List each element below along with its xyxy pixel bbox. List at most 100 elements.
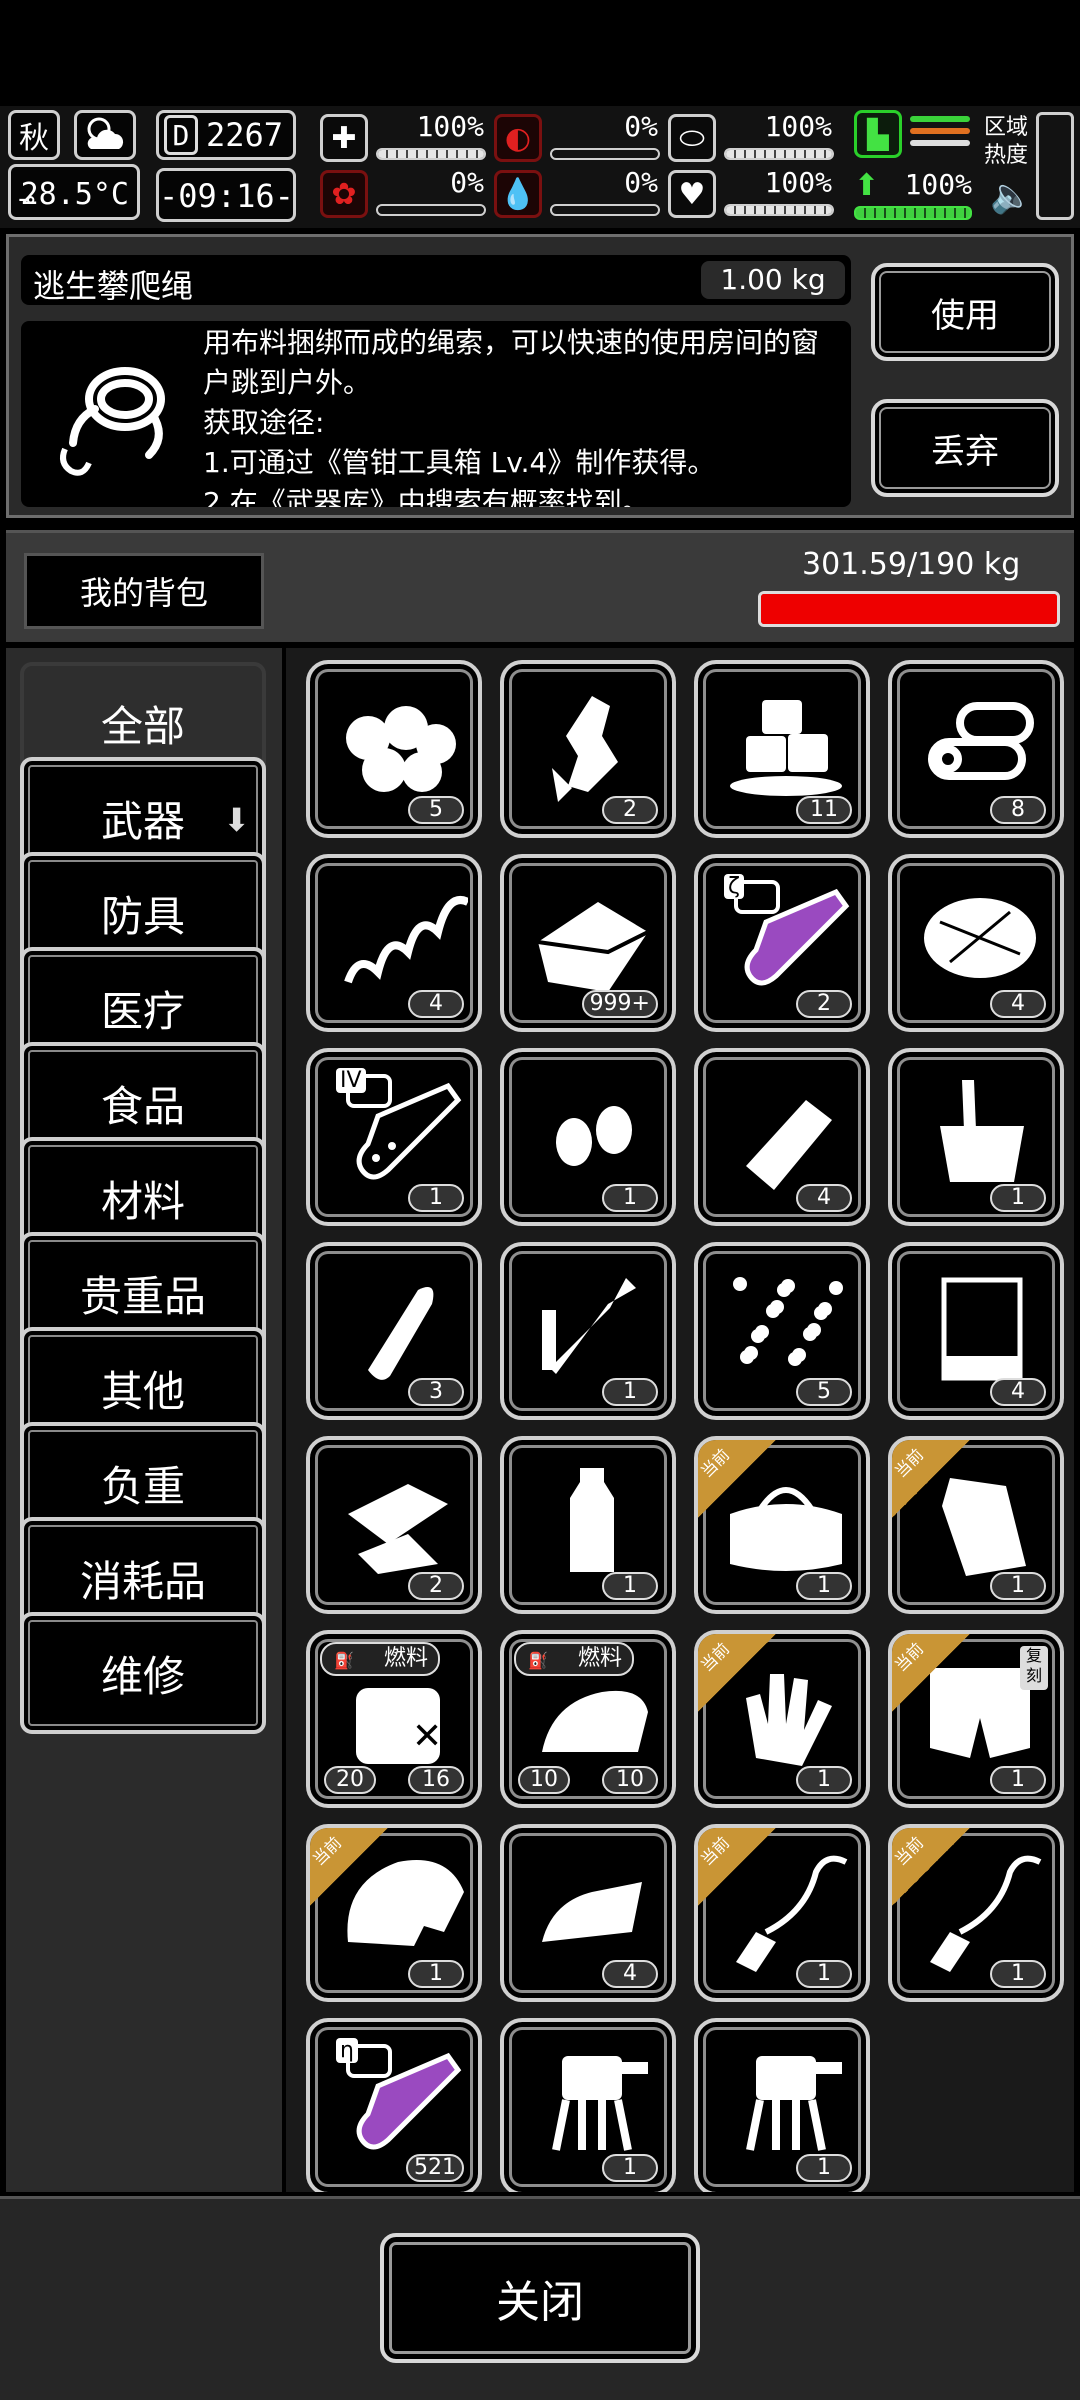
category-label: 防具 xyxy=(100,891,185,941)
inventory-slot[interactable]: 8 xyxy=(888,660,1064,838)
inventory-slot[interactable]: 1 xyxy=(500,2018,676,2192)
inventory-slot[interactable]: 当前 1 xyxy=(694,1436,870,1614)
category-label: 贵重品 xyxy=(79,1271,206,1321)
fuel-label: 燃料 xyxy=(383,1646,428,1671)
item-description-box: 用布料捆绑而成的绳索，可以快速的使用房间的窗户跳到户外。 获取途径: 1.可通过… xyxy=(21,321,851,507)
inventory-slot[interactable]: 1 xyxy=(500,1436,676,1614)
close-button[interactable]: 关闭 xyxy=(380,2233,700,2363)
item-count-secondary: 20 xyxy=(324,1766,376,1794)
category-label: 医疗 xyxy=(100,986,185,1036)
inventory-slot[interactable]: 当前 1 xyxy=(306,1824,482,2002)
stat-value: 0% xyxy=(450,166,484,199)
backpack-weight: 301.59/190 kg xyxy=(802,547,1021,582)
category-list[interactable]: 全部 武器 ⬇ 防具 医疗 食品 材料 贵重品 其他 负重 消耗品 维修 xyxy=(6,648,282,2192)
inventory-slot[interactable]: 4 xyxy=(306,854,482,1032)
backpack-weight-fill xyxy=(761,594,1057,624)
tier-tag: η xyxy=(336,2038,358,2063)
equipped-label: 当前 xyxy=(891,1445,928,1482)
discard-button[interactable]: 丢弃 xyxy=(871,399,1059,497)
inventory-slot[interactable]: 1 xyxy=(694,2018,870,2192)
day-counter: D 2267 xyxy=(156,110,296,160)
stat-bar xyxy=(550,204,660,216)
inventory-slot[interactable]: η 521 xyxy=(306,2018,482,2192)
item-count: 1 xyxy=(796,2154,852,2182)
inventory-slot[interactable]: ✕ ⛽ 燃料 20 16 xyxy=(306,1630,482,1808)
category-label: 负重 xyxy=(100,1461,185,1511)
stat-bar-fill xyxy=(726,206,832,214)
equipped-ribbon: 当前 xyxy=(892,1634,974,1716)
inventory-slot[interactable]: 2 xyxy=(500,660,676,838)
ice-cubes-icon xyxy=(730,700,842,796)
equipped-label: 当前 xyxy=(309,1833,346,1870)
clock-display: -09:16- xyxy=(156,168,296,222)
item-count: 1 xyxy=(796,1766,852,1794)
equipped-label: 当前 xyxy=(697,1445,734,1482)
inventory-slot[interactable]: 2 xyxy=(306,1436,482,1614)
category-10[interactable]: 维修 xyxy=(20,1612,266,1734)
partly-cloudy-icon xyxy=(74,110,136,160)
inventory-grid[interactable]: 5 2 11 8 4 999+ ζ 2 4 IV 1 1 4 1 3 1 5 4 2 1 当前 1 当前 1 ✕ ⛽ 燃料 20 16 ⛽… xyxy=(286,648,1074,2192)
stomach-icon: ◐ xyxy=(494,114,542,162)
inventory-slot[interactable]: 4 xyxy=(500,1824,676,2002)
item-count: 1 xyxy=(796,1572,852,1600)
stat-bar-fill xyxy=(726,150,832,158)
fuel-tag: ⛽ 燃料 xyxy=(514,1642,634,1676)
inventory-slot[interactable]: 3 xyxy=(306,1242,482,1420)
equipped-ribbon: 当前 xyxy=(697,1440,780,1522)
item-count: 10 xyxy=(602,1766,658,1794)
inventory-slot[interactable]: 4 xyxy=(694,1048,870,1226)
category-label: 其他 xyxy=(100,1366,185,1416)
inventory-slot[interactable]: 5 xyxy=(694,1242,870,1420)
item-description: 用布料捆绑而成的绳索，可以快速的使用房间的窗户跳到户外。 获取途径: 1.可通过… xyxy=(203,326,820,507)
stat-bar xyxy=(724,204,834,216)
inventory-slot[interactable]: 4 xyxy=(888,1242,1064,1420)
use-button[interactable]: 使用 xyxy=(871,263,1059,361)
item-count: 999+ xyxy=(581,990,658,1018)
region-heat-label: 区域 热度 xyxy=(984,115,1029,168)
inventory-slot[interactable]: 11 xyxy=(694,660,870,838)
carry-bar xyxy=(854,206,972,220)
item-count: 4 xyxy=(602,1960,658,1988)
inventory-slot[interactable]: 1 xyxy=(500,1242,676,1420)
item-count: 2 xyxy=(408,1572,464,1600)
soap-bar-icon xyxy=(542,1882,642,1942)
category-label: 消耗品 xyxy=(79,1556,206,1606)
item-count: 16 xyxy=(408,1766,464,1794)
bucket-icon xyxy=(940,1080,1024,1182)
inventory-slot[interactable]: 当前 1 xyxy=(888,1436,1064,1614)
item-count: 4 xyxy=(990,990,1046,1018)
speaker-icon[interactable]: 🔈 xyxy=(990,176,1032,216)
temperature-value: 28.5°C xyxy=(20,177,129,212)
stat-value: 100% xyxy=(764,166,832,199)
inventory-slot[interactable]: IV 1 xyxy=(306,1048,482,1226)
tier-tag: ζ xyxy=(724,874,744,899)
item-count: 4 xyxy=(796,1184,852,1212)
seeds-icon xyxy=(556,1106,632,1166)
equipped-ribbon: 当前 xyxy=(891,1440,974,1522)
equipped-label: 当前 xyxy=(697,1639,734,1676)
backpack-title: 我的背包 xyxy=(24,553,264,629)
inventory-slot[interactable]: 5 xyxy=(306,660,482,838)
stat-hygiene: ⬭ 100% xyxy=(668,110,838,164)
item-count: 1 xyxy=(796,1960,852,1988)
water-bottle-icon xyxy=(570,1468,614,1572)
inventory-slot[interactable]: 1 xyxy=(888,1048,1064,1226)
paper-scraps-icon xyxy=(348,1484,448,1574)
inventory-slot[interactable]: 当前 1 xyxy=(694,1824,870,2002)
item-count: 1 xyxy=(602,1378,658,1406)
inventory-slot[interactable]: 当前 1 xyxy=(888,1824,1064,2002)
item-count: 1 xyxy=(602,1184,658,1212)
item-count: 4 xyxy=(990,1378,1046,1406)
inventory-slot[interactable]: 4 xyxy=(888,854,1064,1032)
inventory-slot[interactable]: 当前 复刻 1 xyxy=(888,1630,1064,1808)
stat-value: 0% xyxy=(624,166,658,199)
fiber-tuft-icon xyxy=(924,898,1036,978)
inventory-slot[interactable]: ζ2 xyxy=(694,854,870,1032)
item-weight: 1.00 kg xyxy=(701,261,845,299)
inventory-slot[interactable]: ⛽ 燃料 10 10 xyxy=(500,1630,676,1808)
inventory-slot[interactable]: 当前 1 xyxy=(694,1630,870,1808)
inventory-slot[interactable]: 999+ xyxy=(500,854,676,1032)
bullet-icon xyxy=(368,1287,434,1380)
equipped-ribbon: 当前 xyxy=(892,1828,974,1910)
inventory-slot[interactable]: 1 xyxy=(500,1048,676,1226)
